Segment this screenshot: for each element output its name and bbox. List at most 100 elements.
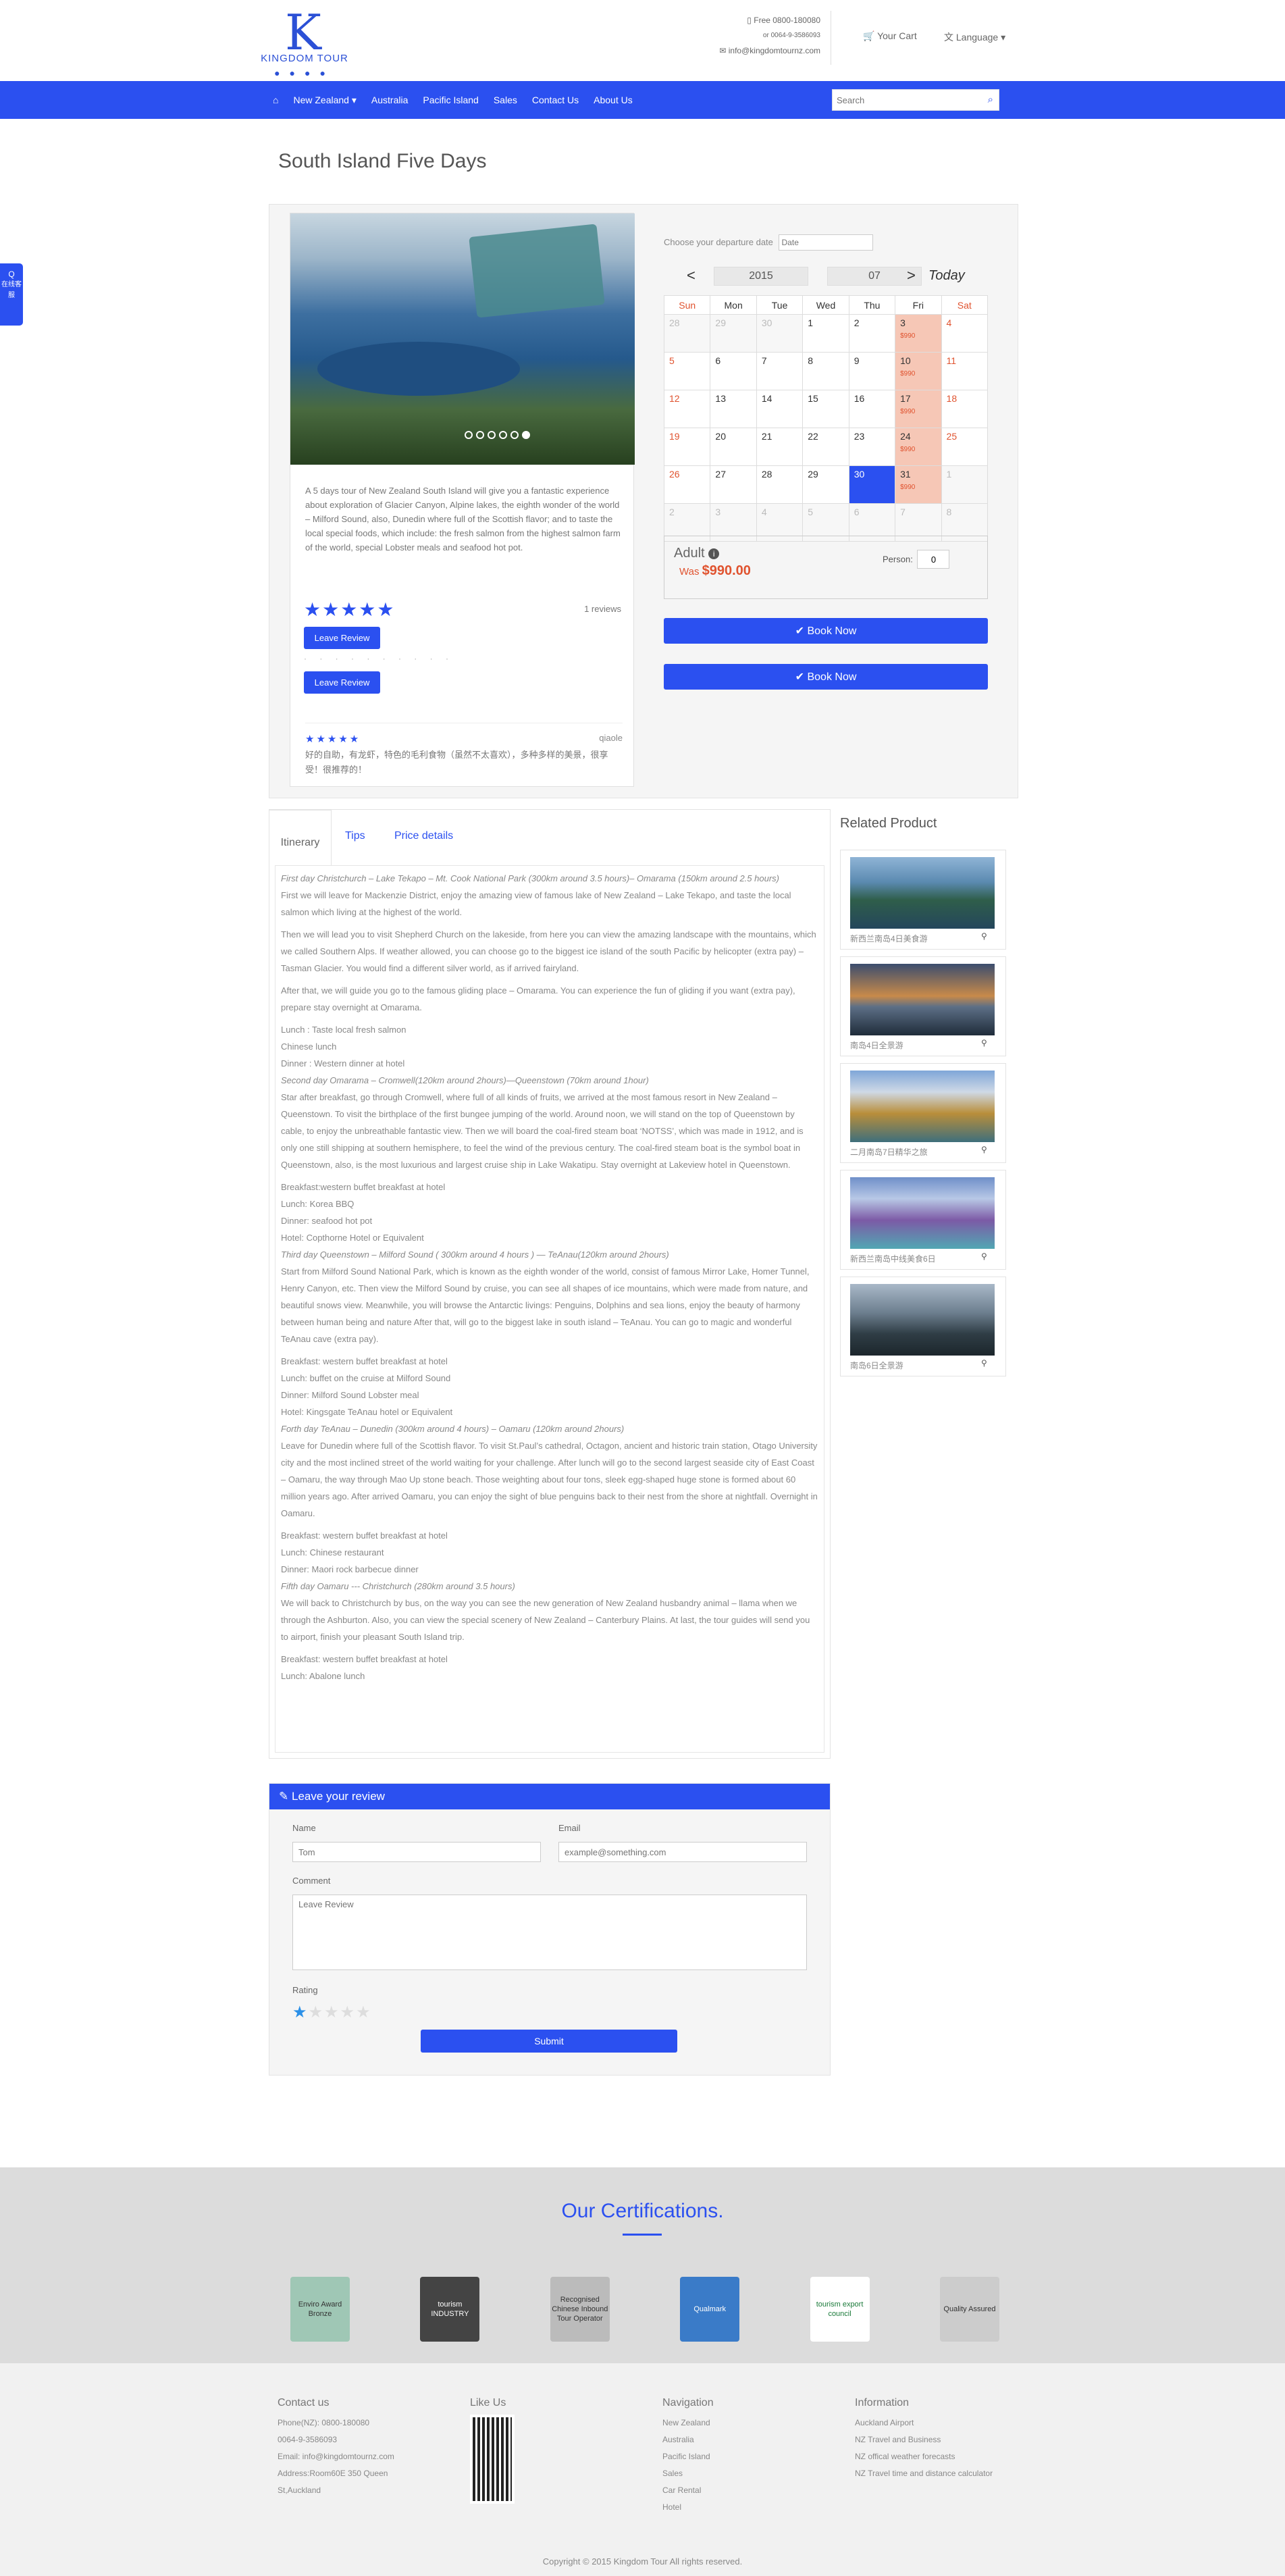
departure-date-input[interactable] (778, 234, 873, 251)
calendar-day[interactable]: 13 (710, 390, 757, 428)
calendar-day-available[interactable]: 10 $990 (895, 352, 942, 390)
calendar-day[interactable]: 26 (663, 465, 711, 504)
related-product-image[interactable] (850, 857, 995, 929)
related-product-image[interactable] (850, 1284, 995, 1356)
home-icon[interactable]: ⌂ (273, 95, 278, 105)
calendar-day[interactable]: 4 (941, 314, 989, 353)
related-product-name[interactable]: 南岛4日全景游 (850, 1039, 903, 1051)
leave-review-button-2[interactable]: Leave Review (304, 671, 380, 694)
info-icon[interactable]: i (708, 548, 720, 559)
footer-link-weather[interactable]: NZ offical weather forecasts (855, 2448, 993, 2465)
calendar-day[interactable]: 14 (756, 390, 804, 428)
related-product-name[interactable]: 南岛6日全景游 (850, 1360, 903, 1371)
calendar-day[interactable]: 9 (848, 352, 896, 390)
calendar-day[interactable]: 29 (710, 314, 757, 353)
related-product-name[interactable]: 二月南岛7日精华之旅 (850, 1146, 928, 1158)
calendar-day[interactable]: 16 (848, 390, 896, 428)
nav-contact-us[interactable]: Contact Us (532, 95, 579, 105)
nav-about-us[interactable]: About Us (594, 95, 633, 105)
tab-itinerary[interactable]: Itinerary (269, 810, 332, 865)
cart-link[interactable]: 🛒 Your Cart (863, 30, 917, 42)
footer-link-distance-calculator[interactable]: NZ Travel time and distance calculator (855, 2465, 993, 2482)
calendar-day[interactable]: 21 (756, 428, 804, 466)
footer-link-car-rental[interactable]: Car Rental (662, 2482, 714, 2499)
related-product-card[interactable]: 新西兰南岛4日美食游 ⚲ (840, 850, 1006, 950)
calendar-day[interactable]: 1 (941, 465, 989, 504)
calendar-day[interactable]: 12 (663, 390, 711, 428)
footer-link-pacific-island[interactable]: Pacific Island (662, 2448, 714, 2465)
calendar-day[interactable]: 2 (848, 314, 896, 353)
language-dropdown[interactable]: 文 Language ▾ (944, 30, 1005, 44)
rating-star-5[interactable]: ★ (356, 2003, 372, 2021)
rating-star-2[interactable]: ★ (309, 2003, 325, 2021)
footer-link-nz-travel-business[interactable]: NZ Travel and Business (855, 2431, 993, 2448)
name-field[interactable] (292, 1842, 541, 1862)
today-button[interactable]: Today (928, 268, 965, 284)
calendar-day-available[interactable]: 24 $990 (895, 428, 942, 466)
product-slideshow[interactable] (290, 213, 635, 465)
related-product-image[interactable] (850, 1071, 995, 1142)
calendar-day[interactable]: 18 (941, 390, 989, 428)
tab-price-details[interactable]: Price details (394, 830, 453, 842)
calendar-day[interactable]: 25 (941, 428, 989, 466)
calendar-day[interactable]: 7 (756, 352, 804, 390)
online-service-tab[interactable]: Q 在线客服 (0, 263, 23, 326)
footer-link-sales[interactable]: Sales (662, 2465, 714, 2482)
slide-dot[interactable] (476, 431, 484, 439)
book-now-button-2[interactable]: ✔ Book Now (664, 664, 988, 690)
nav-new-zealand[interactable]: New Zealand ▾ (293, 95, 356, 106)
calendar-day[interactable]: 11 (941, 352, 989, 390)
calendar-day[interactable]: 28 (756, 465, 804, 504)
nav-pacific-island[interactable]: Pacific Island (423, 95, 478, 105)
calendar-day[interactable]: 28 (663, 314, 711, 353)
calendar-day[interactable]: 22 (802, 428, 849, 466)
slide-dot[interactable] (488, 431, 496, 439)
email-field[interactable] (558, 1842, 807, 1862)
comment-field[interactable] (292, 1895, 807, 1970)
year-select[interactable]: 2015 (714, 267, 808, 286)
book-now-button[interactable]: ✔ Book Now (664, 618, 988, 644)
person-stepper[interactable] (917, 550, 950, 569)
submit-button[interactable]: Submit (421, 2030, 677, 2053)
related-product-card[interactable]: 南岛6日全景游 ⚲ (840, 1277, 1006, 1376)
slide-dot-active[interactable] (522, 431, 530, 439)
calendar-day-available[interactable]: 17 $990 (895, 390, 942, 428)
calendar-day[interactable]: 29 (802, 465, 849, 504)
calendar-day[interactable]: 23 (848, 428, 896, 466)
calendar-day[interactable]: 5 (663, 352, 711, 390)
calendar-day[interactable]: 30 (848, 465, 896, 504)
tab-tips[interactable]: Tips (345, 830, 365, 842)
calendar-day[interactable]: 8 (802, 352, 849, 390)
rating-star-3[interactable]: ★ (324, 2003, 340, 2021)
rating-star-4[interactable]: ★ (340, 2003, 357, 2021)
related-product-card[interactable]: 南岛4日全景游 ⚲ (840, 956, 1006, 1056)
nav-australia[interactable]: Australia (371, 95, 408, 105)
slide-dot[interactable] (499, 431, 507, 439)
slide-dot[interactable] (510, 431, 519, 439)
prev-month-button[interactable]: < (687, 267, 696, 284)
calendar-day[interactable]: 6 (710, 352, 757, 390)
calendar-day[interactable]: 15 (802, 390, 849, 428)
calendar-day[interactable]: 19 (663, 428, 711, 466)
related-product-name[interactable]: 新西兰南岛4日美食游 (850, 933, 928, 944)
leave-review-button[interactable]: Leave Review (304, 627, 380, 649)
related-product-image[interactable] (850, 1177, 995, 1249)
rating-input[interactable]: ★★★★★ (292, 2003, 372, 2022)
nav-sales[interactable]: Sales (494, 95, 517, 105)
footer-link-auckland-airport[interactable]: Auckland Airport (855, 2415, 993, 2431)
calendar-day[interactable]: 1 (802, 314, 849, 353)
related-product-card[interactable]: 二月南岛7日精华之旅 ⚲ (840, 1063, 1006, 1163)
calendar-day-available[interactable]: 31 $990 (895, 465, 942, 504)
rating-star-1[interactable]: ★ (292, 2003, 309, 2021)
search-input[interactable] (833, 90, 974, 110)
related-product-image[interactable] (850, 964, 995, 1035)
related-product-card[interactable]: 新西兰南岛中线美食6日 ⚲ (840, 1170, 1006, 1270)
footer-link-new-zealand[interactable]: New Zealand (662, 2415, 714, 2431)
next-month-button[interactable]: > (907, 267, 916, 284)
reviews-count[interactable]: 1 reviews (584, 604, 621, 614)
calendar-day[interactable]: 30 (756, 314, 804, 353)
calendar-day-available[interactable]: 3 $990 (895, 314, 942, 353)
header-email[interactable]: info@kingdomtournz.com (729, 46, 820, 55)
search-icon[interactable]: ⌕ (988, 94, 993, 105)
slide-dot[interactable] (465, 431, 473, 439)
